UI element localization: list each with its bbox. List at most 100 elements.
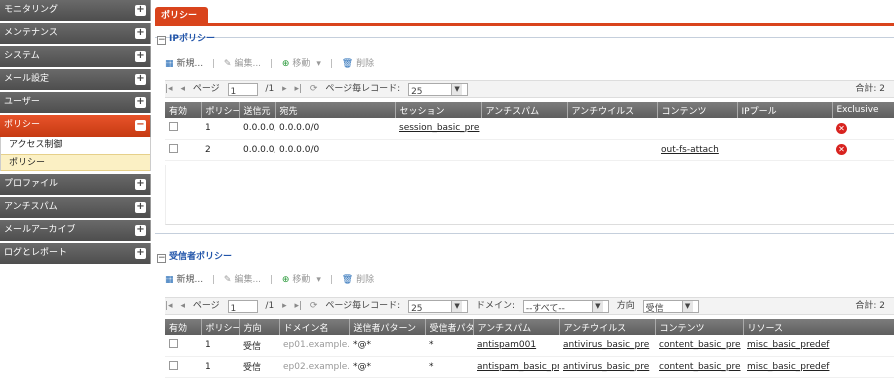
- first-page-icon[interactable]: |◂: [165, 298, 173, 314]
- column-header[interactable]: ポリシーID: [201, 102, 240, 118]
- prev-page-icon[interactable]: ◂: [180, 298, 185, 314]
- recipient-policy-section-header[interactable]: − 受信者ポリシー: [157, 249, 232, 263]
- exclusive-no-icon: ✕: [836, 122, 847, 134]
- antivirus-link[interactable]: antivirus_basic_pre: [563, 340, 649, 350]
- session-link[interactable]: session_basic_pre: [399, 123, 479, 133]
- content-link[interactable]: out-fs-attach: [661, 145, 719, 155]
- direction-filter-select[interactable]: 受信 ▼: [642, 299, 699, 314]
- resource-link[interactable]: misc_basic_predef: [747, 362, 829, 372]
- sidebar-item-mail-archive[interactable]: メールアーカイブ +: [0, 220, 151, 241]
- table-row[interactable]: 1 受信 ep01.example.com *@* * antispam001 …: [165, 335, 894, 357]
- expand-icon[interactable]: +: [135, 225, 146, 236]
- sidebar-item-policy[interactable]: ポリシー −: [0, 115, 151, 137]
- sidebar-item-monitoring[interactable]: モニタリング +: [0, 0, 151, 21]
- column-header[interactable]: アンチウイルス: [567, 102, 658, 118]
- table-row[interactable]: 1 0.0.0.0/0 0.0.0.0/0 session_basic_pre …: [165, 118, 894, 140]
- sidebar-item-maintenance[interactable]: メンテナンス +: [0, 23, 151, 44]
- column-header[interactable]: Exclusive: [832, 102, 894, 118]
- antivirus-link[interactable]: antivirus_basic_pre: [563, 362, 649, 372]
- column-header[interactable]: セッション: [395, 102, 482, 118]
- first-page-icon[interactable]: |◂: [165, 81, 173, 97]
- content-link[interactable]: content_basic_pre: [659, 340, 741, 350]
- column-header[interactable]: ドメイン名: [279, 319, 350, 335]
- expand-icon[interactable]: +: [135, 248, 146, 259]
- section-divider: [155, 233, 894, 234]
- expand-icon[interactable]: +: [135, 5, 146, 16]
- column-header[interactable]: 送信者パターン: [349, 319, 426, 335]
- sidebar-item-label: モニタリング: [4, 5, 59, 15]
- sidebar-item-system[interactable]: システム +: [0, 46, 151, 67]
- column-header[interactable]: 送信元: [239, 102, 276, 118]
- delete-button[interactable]: 削除: [356, 272, 374, 285]
- chevron-down-icon[interactable]: ▾: [316, 59, 321, 69]
- last-page-icon[interactable]: ▸|: [294, 298, 302, 314]
- expand-icon[interactable]: +: [135, 28, 146, 39]
- expand-icon[interactable]: +: [135, 51, 146, 62]
- column-header[interactable]: ポリシーID: [201, 319, 240, 335]
- ip-policy-section-header[interactable]: − IPポリシー: [157, 31, 215, 45]
- sidebar-item-profile[interactable]: プロファイル +: [0, 174, 151, 195]
- column-header[interactable]: アンチウイルス: [559, 319, 656, 335]
- sidebar-item-users[interactable]: ユーザー +: [0, 92, 151, 113]
- new-button[interactable]: 新規...: [177, 272, 204, 285]
- rows-per-page-select[interactable]: 25 ▼: [408, 82, 469, 97]
- expand-icon[interactable]: +: [135, 97, 146, 108]
- column-header[interactable]: 有効: [165, 102, 202, 118]
- refresh-icon[interactable]: ⟳: [310, 298, 318, 314]
- enable-checkbox[interactable]: [169, 339, 178, 349]
- sidebar-item-logs-reports[interactable]: ログとレポート +: [0, 243, 151, 264]
- column-header[interactable]: IPプール: [737, 102, 833, 118]
- page-input[interactable]: 1: [227, 82, 258, 97]
- column-header[interactable]: コンテンツ: [657, 102, 738, 118]
- new-button[interactable]: 新規...: [177, 56, 204, 69]
- edit-button[interactable]: 編集...: [234, 56, 261, 69]
- table-header-row: 有効 ポリシーID 方向 ドメイン名 送信者パターン 受信者パターン アンチスパ…: [165, 319, 894, 335]
- trash-icon: 🗑: [341, 59, 354, 69]
- collapse-icon[interactable]: −: [157, 36, 166, 45]
- column-header[interactable]: 受信者パターン: [425, 319, 474, 335]
- sidebar-item-mail-settings[interactable]: メール設定 +: [0, 69, 151, 90]
- sidebar-item-antispam[interactable]: アンチスパム +: [0, 197, 151, 218]
- page-input[interactable]: 1: [227, 299, 258, 314]
- tab-policy[interactable]: ポリシー: [155, 7, 208, 26]
- column-header[interactable]: リソース: [743, 319, 894, 335]
- rows-per-page-select[interactable]: 25 ▼: [408, 299, 469, 314]
- enable-checkbox[interactable]: [169, 143, 178, 153]
- content-link[interactable]: content_basic_pre: [659, 362, 741, 372]
- next-page-icon[interactable]: ▸: [282, 298, 287, 314]
- enable-checkbox[interactable]: [169, 122, 178, 132]
- prev-page-icon[interactable]: ◂: [180, 81, 185, 97]
- domain-filter-select[interactable]: --すべて-- ▼: [522, 299, 609, 314]
- policy-id-cell: 1: [201, 118, 239, 140]
- last-page-icon[interactable]: ▸|: [294, 81, 302, 97]
- expand-icon[interactable]: +: [135, 179, 146, 190]
- move-button[interactable]: 移動: [292, 56, 310, 69]
- column-header[interactable]: アンチスパム: [481, 102, 568, 118]
- sidebar-subitem-policy[interactable]: ポリシー: [1, 154, 150, 171]
- toolbar-separator: |: [211, 59, 216, 69]
- table-row[interactable]: 1 受信 ep02.example.com *@* * antispam_bas…: [165, 356, 894, 378]
- column-header[interactable]: 有効: [165, 319, 202, 335]
- column-header[interactable]: 方向: [239, 319, 280, 335]
- collapse-icon[interactable]: −: [157, 254, 166, 263]
- column-header[interactable]: アンチスパム: [473, 319, 560, 335]
- column-header[interactable]: コンテンツ: [655, 319, 744, 335]
- chevron-down-icon[interactable]: ▾: [316, 275, 321, 285]
- resource-link[interactable]: misc_basic_predef: [747, 340, 829, 350]
- column-header[interactable]: 宛先: [275, 102, 396, 118]
- delete-button[interactable]: 削除: [356, 56, 374, 69]
- table-row[interactable]: 2 0.0.0.0/0 0.0.0.0/0 out-fs-attach ✕: [165, 139, 894, 161]
- edit-button[interactable]: 編集...: [234, 272, 261, 285]
- antispam-link[interactable]: antispam001: [477, 340, 536, 350]
- antispam-link[interactable]: antispam_basic_pre: [477, 362, 559, 372]
- move-button[interactable]: 移動: [292, 272, 310, 285]
- enable-checkbox[interactable]: [169, 360, 178, 370]
- expand-icon[interactable]: +: [135, 74, 146, 85]
- refresh-icon[interactable]: ⟳: [310, 81, 318, 97]
- sidebar-subitem-access-control[interactable]: アクセス制御: [1, 137, 150, 154]
- collapse-icon[interactable]: −: [135, 120, 146, 131]
- expand-icon[interactable]: +: [135, 202, 146, 213]
- recipient-pattern-cell: *: [425, 335, 473, 357]
- next-page-icon[interactable]: ▸: [282, 81, 287, 97]
- policy-id-cell: 2: [201, 139, 239, 161]
